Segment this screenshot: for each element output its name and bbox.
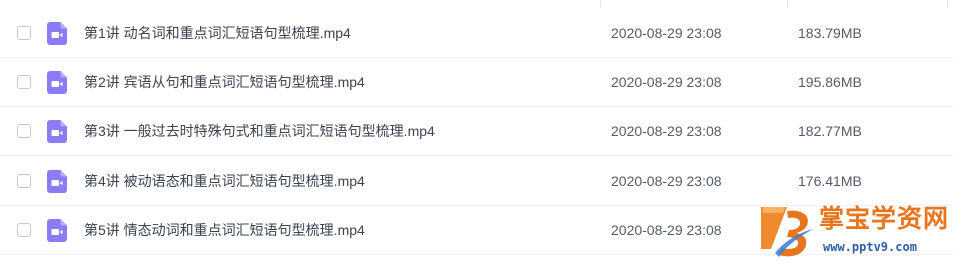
- column-divider: [600, 0, 601, 8]
- column-divider: [787, 0, 788, 8]
- video-file-icon: [47, 120, 67, 143]
- file-modified-date: 2020-08-29 23:08: [611, 173, 722, 189]
- file-row[interactable]: 第1讲 动名词和重点词汇短语句型梳理.mp4 2020-08-29 23:08 …: [0, 9, 953, 58]
- column-divider: [947, 0, 948, 8]
- file-size: 182.77MB: [798, 123, 862, 139]
- file-list: 第1讲 动名词和重点词汇短语句型梳理.mp4 2020-08-29 23:08 …: [0, 0, 953, 267]
- file-modified-date: 2020-08-29 23:08: [611, 222, 722, 238]
- file-row[interactable]: 第5讲 情态动词和重点词汇短语句型梳理.mp4 2020-08-29 23:08: [0, 206, 953, 255]
- file-row[interactable]: 第3讲 一般过去时特殊句式和重点词汇短语句型梳理.mp4 2020-08-29 …: [0, 107, 953, 156]
- row-checkbox[interactable]: [17, 124, 31, 138]
- row-checkbox[interactable]: [17, 75, 31, 89]
- file-row[interactable]: 第4讲 被动语态和重点词汇短语句型梳理.mp4 2020-08-29 23:08…: [0, 157, 953, 206]
- file-name[interactable]: 第3讲 一般过去时特殊句式和重点词汇短语句型梳理.mp4: [84, 122, 435, 140]
- row-checkbox[interactable]: [17, 26, 31, 40]
- file-modified-date: 2020-08-29 23:08: [611, 25, 722, 41]
- file-modified-date: 2020-08-29 23:08: [611, 123, 722, 139]
- file-name[interactable]: 第5讲 情态动词和重点词汇短语句型梳理.mp4: [84, 221, 365, 239]
- video-file-icon: [47, 170, 67, 193]
- row-checkbox[interactable]: [17, 223, 31, 237]
- file-name[interactable]: 第2讲 宾语从句和重点词汇短语句型梳理.mp4: [84, 73, 365, 91]
- file-size: 183.79MB: [798, 25, 862, 41]
- video-file-icon: [47, 71, 67, 94]
- file-size: 176.41MB: [798, 173, 862, 189]
- file-name[interactable]: 第4讲 被动语态和重点词汇短语句型梳理.mp4: [84, 172, 365, 190]
- file-row[interactable]: 第2讲 宾语从句和重点词汇短语句型梳理.mp4 2020-08-29 23:08…: [0, 58, 953, 107]
- file-size: 195.86MB: [798, 74, 862, 90]
- row-checkbox[interactable]: [17, 174, 31, 188]
- video-file-icon: [47, 22, 67, 45]
- file-name[interactable]: 第1讲 动名词和重点词汇短语句型梳理.mp4: [84, 24, 351, 42]
- file-modified-date: 2020-08-29 23:08: [611, 74, 722, 90]
- video-file-icon: [47, 219, 67, 242]
